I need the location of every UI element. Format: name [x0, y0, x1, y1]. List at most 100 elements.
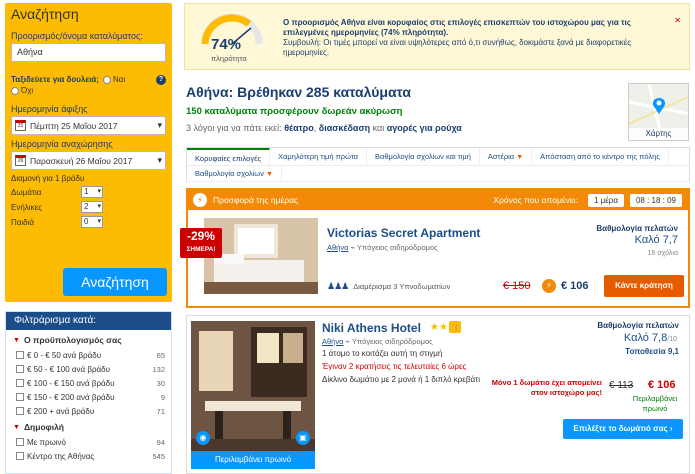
hotel-card: ◉ ▣ Περιλαμβάνει πρωινό Niki Athens Hote…: [186, 315, 690, 474]
camera-icon[interactable]: ◉: [196, 431, 210, 445]
popular-heading[interactable]: ▼ Δημοφιλή: [13, 422, 165, 432]
checkout-label: Ημερομηνία αναχώρησης: [11, 139, 113, 149]
rooms-row: Δωμάτια 1: [11, 186, 166, 198]
budget-heading[interactable]: ▼ Ο προϋπολογισμός σας: [13, 335, 165, 345]
deal-review-count[interactable]: 16 σχόλια: [648, 250, 678, 257]
hotel-old-price: € 113: [609, 380, 634, 391]
destination-label: Προορισμός/όνομα καταλύματος:: [11, 31, 143, 41]
calendar-icon: 25: [15, 120, 26, 131]
filter-count: 94: [156, 437, 165, 447]
tab-review-score-label: Βαθμολογία σχολίων: [195, 169, 264, 178]
discount-today: ΣΗΜΕΡΑ!: [186, 246, 216, 253]
city-link[interactable]: Αθήνα: [327, 243, 348, 252]
business-trip-label: Ταξιδεύετε για δουλειά;: [11, 75, 99, 84]
tab-distance[interactable]: Απόσταση από το κέντρο της πόλης: [532, 148, 669, 165]
deal-new-price: € 106: [561, 280, 589, 292]
tab-review-price[interactable]: Βαθμολογία σχολίων και τιμή: [367, 148, 480, 165]
checkout-date-field[interactable]: 26 Παρασκευή 26 Μαΐου 2017 ▾: [11, 151, 166, 170]
deal-bar-label: Προσφορά της ημέρας: [213, 195, 299, 205]
reason-theatre: θέατρο: [284, 123, 314, 133]
countdown-timer: 08 : 18 : 09: [629, 193, 682, 207]
filter-budget-2[interactable]: € 100 - € 150 ανά βράδυ 30: [13, 376, 165, 390]
filter-budget-1[interactable]: € 50 - € 100 ανά βράδυ 132: [13, 362, 165, 376]
stay-length: Διαμονή για 1 βράδυ: [11, 174, 85, 183]
filters-panel: Φιλτράρισμα κατά: ▼ Ο προϋπολογισμός σας …: [5, 311, 172, 474]
filter-popular-1[interactable]: Κέντρο της Αθήνας 545: [13, 449, 165, 463]
reason-entertainment: διασκέδαση: [318, 123, 371, 133]
deal-bar: ⚡ Προσφορά της ημέρας Χρόνος που απομένε…: [188, 190, 688, 210]
business-no-radio[interactable]: [11, 86, 19, 95]
metro-icon: ⌁: [350, 243, 356, 252]
business-no-label: Όχι: [21, 86, 34, 95]
occupancy-gauge: 74% πληρότητα: [197, 8, 267, 64]
checkin-date-field[interactable]: 25 Πέμπτη 25 Μαΐου 2017 ▾: [11, 116, 166, 135]
adults-label: Ενήλικες: [11, 202, 42, 212]
children-select[interactable]: 0: [81, 216, 103, 228]
tab-review-score[interactable]: Βαθμολογία σχολίων ▼: [187, 166, 282, 181]
occupancy-percent: 74%: [211, 36, 242, 53]
reasons-prefix: 3 λόγοι για να πάτε εκεί:: [186, 123, 282, 133]
city-link[interactable]: Αθήνα: [322, 337, 343, 346]
filter-count: 30: [156, 378, 165, 388]
checkbox[interactable]: [16, 379, 24, 387]
checkbox[interactable]: [16, 351, 24, 359]
checkbox[interactable]: [16, 393, 24, 401]
star-icon: ★★: [430, 322, 448, 333]
breakfast-included: Περιλαμβάνει πρωινό: [632, 394, 678, 413]
deal-unit-text: Διαμέρισμα 3 Υπνοδωματίων: [353, 282, 451, 291]
tab-top-picks[interactable]: Κορυφαίες επιλογές: [187, 148, 271, 165]
filter-budget-3[interactable]: € 150 - € 200 ανά βράδυ 9: [13, 390, 165, 404]
filter-label: € 150 - € 200 ανά βράδυ: [27, 392, 115, 402]
adults-select[interactable]: 2: [81, 201, 103, 213]
business-yes-label: Ναι: [112, 75, 126, 84]
filter-budget-0[interactable]: € 0 - € 50 ανά βράδυ 65: [13, 348, 165, 362]
map-thumbnail[interactable]: Χάρτης: [628, 83, 689, 141]
train-icon: ▣: [296, 431, 310, 445]
checkbox[interactable]: [16, 407, 24, 415]
time-remaining-label: Χρόνος που απομένει:: [493, 195, 578, 205]
hotel-photo[interactable]: ◉ ▣ Περιλαμβάνει πρωινό: [191, 321, 315, 469]
adults-row: Ενήλικες 2: [11, 201, 166, 213]
tab-lowest-price[interactable]: Χαμηλότερη τιμή πρώτα: [270, 148, 368, 165]
choose-room-button[interactable]: Επιλέξτε το δωμάτιό σας ›: [563, 419, 683, 439]
checkout-value: Παρασκευή 26 Μαΐου 2017: [30, 155, 133, 166]
last-room-warning: Μόνο 1 δωμάτιο έχει απομείνει στον ιστοχ…: [491, 378, 602, 397]
deal-rating-value: Καλό 7,7: [634, 234, 678, 246]
filters-title: Φιλτράρισμα κατά:: [6, 312, 171, 330]
deal-rating-label: Βαθμολογία πελατών: [596, 224, 678, 233]
rooms-label: Δωμάτια: [11, 187, 42, 197]
hotel-name[interactable]: Niki Athens Hotel: [322, 321, 421, 335]
destination-input[interactable]: Αθήνα: [11, 43, 166, 62]
budget-title: Ο προϋπολογισμός σας: [23, 335, 122, 345]
book-now-button[interactable]: Κάντε κράτηση: [604, 275, 684, 297]
filter-popular-0[interactable]: Με πρωινό 94: [13, 435, 165, 449]
rooms-select[interactable]: 1: [81, 186, 103, 198]
chevron-right-icon: ›: [669, 424, 673, 433]
sort-tabs: Κορυφαίες επιλογές Χαμηλότερη τιμή πρώτα…: [186, 147, 690, 182]
business-yes-radio[interactable]: [102, 75, 111, 84]
banner-message: Ο προορισμός Αθήνα είναι κορυφαίος στις …: [283, 18, 665, 58]
days-remaining: 1 μέρα: [587, 193, 624, 207]
checkbox[interactable]: [16, 365, 24, 373]
checkin-label: Ημερομηνία άφιξης: [11, 104, 88, 114]
checkbox[interactable]: [16, 452, 24, 460]
filter-budget-4[interactable]: € 200 + ανά βράδυ 71: [13, 404, 165, 418]
business-no-row: Όχι: [7, 85, 166, 96]
chevron-down-icon: ▼: [13, 336, 20, 344]
search-button[interactable]: Αναζήτηση: [63, 268, 167, 296]
chevron-down-icon: ▾: [157, 120, 162, 130]
deal-hotel-name[interactable]: Victorias Secret Apartment: [327, 226, 480, 240]
children-row: Παιδιά 0: [11, 216, 166, 228]
lightning-icon: ⚡: [193, 193, 207, 207]
filter-label: € 0 - € 50 ανά βράδυ: [27, 350, 102, 360]
help-icon[interactable]: ?: [156, 74, 166, 85]
tab-stars[interactable]: Αστέρια ▼: [480, 148, 533, 165]
business-trip-row: Ταξιδεύετε για δουλειά; Ναι ?: [11, 74, 166, 85]
checkbox[interactable]: [16, 438, 24, 446]
deal-old-price: € 150: [503, 280, 531, 292]
deal-unit: ♟♟♟ Διαμέρισμα 3 Υπνοδωματίων: [327, 281, 450, 292]
occupancy-banner: 74% πληρότητα Ο προορισμός Αθήνα είναι κ…: [184, 3, 690, 70]
metro-icon: ⌁: [345, 337, 351, 346]
close-icon[interactable]: ✕: [674, 16, 681, 25]
search-panel: Αναζήτηση Προορισμός/όνομα καταλύματος: …: [5, 3, 172, 302]
